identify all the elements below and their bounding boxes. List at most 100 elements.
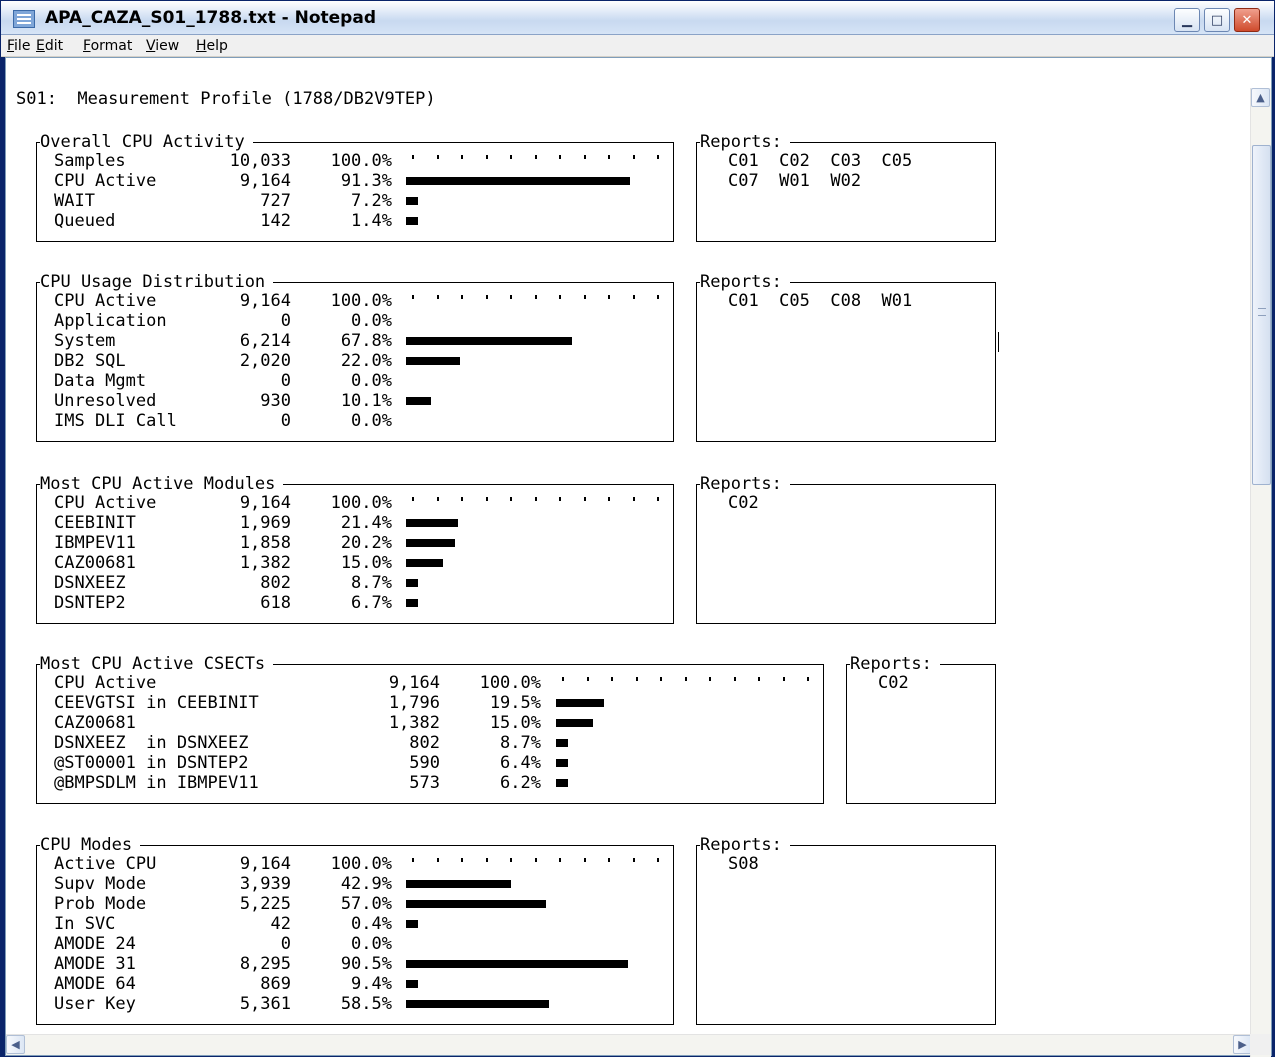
row-percent: 1.4%	[351, 211, 392, 231]
scroll-left-button[interactable]: ◀	[6, 1035, 25, 1054]
scale-tick	[632, 858, 635, 862]
scale-tick	[461, 155, 463, 159]
scale-tick	[608, 497, 610, 501]
row-count: 3,939	[239, 874, 291, 894]
row-label: Samples	[54, 151, 126, 171]
percent-bar	[406, 357, 460, 365]
row-percent: 0.0%	[351, 411, 392, 431]
row-label: CPU Active	[54, 493, 157, 513]
row-count: 618	[260, 593, 291, 613]
section-title: CPU Usage Distribution	[40, 272, 274, 292]
row-count: 10,033	[229, 151, 291, 171]
row-label: @BMPSDLM in IBMPEV11	[54, 773, 259, 793]
report-codes: C02	[728, 493, 759, 513]
scale-tick	[436, 155, 439, 159]
close-button[interactable]: ✕	[1234, 8, 1260, 32]
scale-tick	[657, 295, 659, 299]
reports-box: Reports: C02	[696, 474, 996, 624]
row-count: 930	[260, 391, 291, 411]
row-label: IMS DLI Call	[54, 411, 177, 431]
percent-bar	[556, 759, 568, 767]
notepad-icon	[13, 10, 35, 28]
scale-tick	[632, 497, 635, 501]
scale-tick	[635, 677, 638, 681]
report-codes: C01 C02 C03 C05	[728, 151, 913, 171]
row-label: User Key	[54, 994, 136, 1014]
scale-tick	[412, 858, 414, 862]
row-label: WAIT	[54, 191, 95, 211]
row-percent: 100.0%	[330, 291, 392, 311]
row-percent: 42.9%	[340, 874, 392, 894]
scale-tick	[583, 295, 586, 299]
row-count: 9,164	[239, 493, 291, 513]
reports-label: Reports:	[700, 132, 790, 152]
percent-bar	[406, 519, 458, 527]
percent-bar	[406, 920, 418, 928]
menu-format[interactable]: Format	[83, 38, 132, 54]
scale-tick	[632, 295, 635, 299]
scale-tick	[534, 858, 537, 862]
scale-tick	[562, 677, 564, 681]
scale-tick	[534, 155, 537, 159]
title-bar[interactable]: APA_CAZA_S01_1788.txt - Notepad ▁ □ ✕	[1, 1, 1274, 35]
text-area[interactable]: S01: Measurement Profile (1788/DB2V9TEP)…	[5, 57, 1272, 1057]
row-count: 573	[409, 773, 440, 793]
scale-tick	[660, 677, 662, 681]
row-count: 9,164	[239, 854, 291, 874]
scale-tick	[559, 858, 561, 862]
menu-bar: File Edit Format View Help	[1, 35, 1274, 57]
row-label: CPU Active	[54, 673, 157, 693]
row-label: System	[54, 331, 116, 351]
row-count: 1,382	[388, 713, 440, 733]
row-label: Supv Mode	[54, 874, 147, 894]
row-percent: 8.7%	[351, 573, 392, 593]
row-percent: 8.7%	[500, 733, 541, 753]
row-count: 0	[280, 934, 291, 954]
scale-tick	[586, 677, 589, 681]
percent-bar	[556, 719, 593, 727]
maximize-button[interactable]: □	[1204, 8, 1230, 32]
row-count: 8,295	[239, 954, 291, 974]
scale-tick	[461, 497, 463, 501]
scale-tick	[807, 677, 809, 681]
percent-bar	[406, 980, 418, 988]
scale-tick	[608, 295, 610, 299]
row-count: 0	[280, 371, 291, 391]
row-label: IBMPEV11	[54, 533, 136, 553]
report-codes: C02	[878, 673, 909, 693]
vertical-scrollbar[interactable]: ▲ ▼	[1250, 88, 1271, 1057]
reports-box: Reports: C01 C02 C03 C05 C07 W01 W02	[696, 132, 996, 242]
menu-help[interactable]: Help	[196, 38, 228, 54]
row-label: AMODE 31	[54, 954, 136, 974]
text-caret	[998, 332, 999, 352]
row-label: Active CPU	[54, 854, 157, 874]
row-count: 0	[280, 311, 291, 331]
reports-label: Reports:	[700, 474, 790, 494]
scale-tick	[412, 497, 414, 501]
row-percent: 67.8%	[340, 331, 392, 351]
row-label: DSNTEP2	[54, 593, 126, 613]
row-percent: 90.5%	[340, 954, 392, 974]
row-percent: 7.2%	[351, 191, 392, 211]
percent-bar	[406, 217, 418, 225]
menu-file[interactable]: File	[7, 38, 30, 54]
reports-box: Reports: C02	[846, 654, 996, 804]
scroll-up-button[interactable]: ▲	[1251, 88, 1270, 107]
row-count: 5,225	[239, 894, 291, 914]
minimize-button[interactable]: ▁	[1174, 8, 1200, 32]
row-percent: 9.4%	[351, 974, 392, 994]
horizontal-scrollbar[interactable]: ◀ ▶	[6, 1034, 1252, 1055]
scale-tick	[436, 295, 439, 299]
section-title: CPU Modes	[40, 835, 141, 855]
scale-tick	[559, 155, 561, 159]
menu-view[interactable]: View	[146, 38, 179, 54]
menu-edit[interactable]: Edit	[36, 38, 63, 54]
scale-tick	[657, 858, 659, 862]
row-percent: 6.2%	[500, 773, 541, 793]
scroll-thumb[interactable]	[1252, 145, 1271, 485]
scale-tick	[608, 155, 610, 159]
scale-tick	[611, 677, 613, 681]
resize-grip[interactable]	[1250, 1034, 1271, 1055]
row-count: 142	[260, 211, 291, 231]
percent-bar	[406, 900, 546, 908]
